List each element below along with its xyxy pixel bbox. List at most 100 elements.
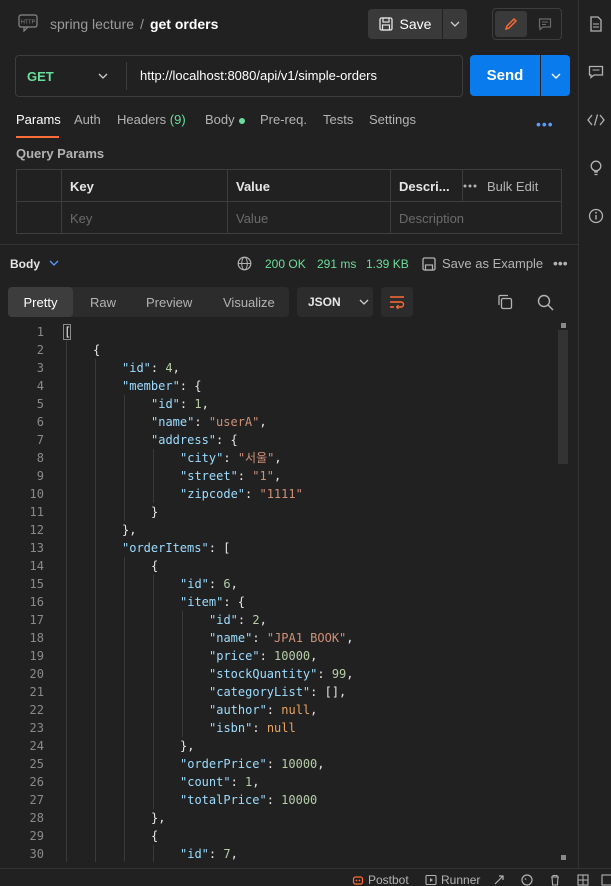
save-options-button[interactable] <box>443 9 467 39</box>
comments-icon[interactable] <box>587 63 605 81</box>
chevron-down-icon[interactable] <box>49 258 59 268</box>
scrollbar-thumb[interactable] <box>558 330 568 464</box>
save-button[interactable]: Save <box>368 9 442 39</box>
code-line: 10 "zipcode": "1111" <box>0 485 556 503</box>
line-number: 12 <box>29 523 44 537</box>
tab-auth[interactable]: Auth <box>74 112 101 127</box>
description-input[interactable]: Description <box>391 202 561 234</box>
view-tab-visualize[interactable]: Visualize <box>223 287 275 317</box>
response-time[interactable]: 291 ms <box>317 257 356 271</box>
wrap-lines-button[interactable] <box>381 287 413 317</box>
globe-icon[interactable] <box>237 256 252 271</box>
view-tab-pretty[interactable]: Pretty <box>8 287 73 317</box>
key-header: Key <box>62 170 228 202</box>
line-number: 25 <box>29 757 44 771</box>
code-line: 25 "orderPrice": 10000, <box>0 755 556 773</box>
more-tabs-icon[interactable]: ••• <box>536 116 554 132</box>
response-body-editor[interactable]: 1[2{3 "id": 4, 4 "member": {5 "id": 1, 6 "name… <box>0 322 570 862</box>
lightbulb-icon[interactable] <box>587 159 605 177</box>
bulk-edit-button[interactable]: Bulk Edit <box>487 179 538 194</box>
tab-tests[interactable]: Tests <box>323 112 353 127</box>
send-button[interactable]: Send <box>470 55 540 96</box>
info-icon[interactable] <box>587 207 605 225</box>
scroll-up-arrow[interactable] <box>561 323 566 328</box>
save-as-example-button[interactable]: Save as Example <box>422 256 543 271</box>
json-key: "name" <box>151 415 195 429</box>
status-code[interactable]: 200 OK <box>265 257 306 271</box>
line-number: 26 <box>29 775 44 789</box>
json-punctuation: }, <box>180 739 195 753</box>
code-line: 17 "id": 2, <box>0 611 556 629</box>
code-line: 26 "count": 1, <box>0 773 556 791</box>
description-header: Descri... <box>391 170 463 202</box>
tab-body[interactable]: Body <box>205 112 245 127</box>
response-section-select[interactable]: Body <box>10 257 40 271</box>
view-tab-preview[interactable]: Preview <box>146 287 192 317</box>
method-select[interactable]: GET <box>27 69 54 84</box>
tab-params[interactable]: Params <box>16 112 61 127</box>
code-line: 22 "author": null, <box>0 701 556 719</box>
response-view-tabs: Pretty Raw Preview Visualize <box>8 287 289 317</box>
json-punctuation: : <box>208 847 224 861</box>
json-punctuation: , <box>259 613 267 627</box>
more-options-icon[interactable]: ••• <box>553 255 568 271</box>
help-icon[interactable] <box>601 874 611 886</box>
json-key: "isbn" <box>209 721 253 735</box>
tab-headers[interactable]: Headers (9) <box>117 112 186 127</box>
line-number: 16 <box>29 595 44 609</box>
tab-pre-request[interactable]: Pre-req. <box>260 112 307 127</box>
scroll-down-arrow[interactable] <box>561 855 566 860</box>
view-mode-toggle <box>492 8 562 40</box>
search-icon[interactable] <box>537 294 554 311</box>
json-key: "item" <box>180 595 224 609</box>
query-params-title: Query Params <box>16 146 105 161</box>
code-line: 9 "street": "1", <box>0 467 556 485</box>
tab-body-label: Body <box>205 112 235 127</box>
more-options-icon[interactable] <box>463 184 477 188</box>
json-punctuation: : { <box>223 595 246 609</box>
response-size[interactable]: 1.39 KB <box>366 257 409 271</box>
query-params-table: Key Value Descri... Bulk Edit Key Value … <box>16 169 562 234</box>
comment-mode-button[interactable] <box>529 11 561 37</box>
value-input[interactable]: Value <box>228 202 391 234</box>
code-line: 8 "city": "서울", <box>0 449 556 467</box>
line-content: "name": "JPA1 BOOK", <box>209 629 354 647</box>
documentation-icon[interactable] <box>587 15 605 33</box>
json-punctuation: : <box>230 775 246 789</box>
breadcrumb-collection[interactable]: spring lecture <box>50 16 134 32</box>
trash-icon[interactable] <box>549 874 561 886</box>
code-line: 23 "isbn": null <box>0 719 556 737</box>
layout-icon[interactable] <box>577 874 589 886</box>
key-input[interactable]: Key <box>62 202 228 234</box>
proxy-icon[interactable] <box>493 874 505 886</box>
code-snippet-icon[interactable] <box>587 111 605 129</box>
code-line: 28}, <box>0 809 556 827</box>
edit-mode-button[interactable] <box>495 11 527 37</box>
copy-icon[interactable] <box>497 294 513 310</box>
row-checkbox[interactable] <box>17 202 62 234</box>
line-number: 27 <box>29 793 44 807</box>
json-key: "zipcode" <box>180 487 246 501</box>
json-number: 10000 <box>281 757 318 771</box>
json-null: null <box>266 721 296 735</box>
format-select[interactable]: JSON <box>297 287 373 317</box>
cookies-icon[interactable] <box>521 874 533 886</box>
line-number: 14 <box>29 559 44 573</box>
line-number: 10 <box>29 487 44 501</box>
line-content: "street": "1", <box>180 467 281 485</box>
line-content: "id": 7, <box>180 845 238 862</box>
json-number: 4 <box>165 361 173 375</box>
tab-settings[interactable]: Settings <box>369 112 416 127</box>
json-key: "author" <box>209 703 267 717</box>
json-key: "id" <box>209 613 238 627</box>
view-tab-raw[interactable]: Raw <box>90 287 116 317</box>
code-line: 2{ <box>0 341 556 359</box>
line-number: 7 <box>36 433 44 447</box>
send-options-button[interactable] <box>541 55 570 96</box>
line-content: }, <box>122 521 136 539</box>
runner-button[interactable]: Runner <box>425 873 480 886</box>
request-name[interactable]: get orders <box>150 16 218 32</box>
url-input[interactable] <box>140 68 455 83</box>
json-key: "stockQuantity" <box>209 667 318 681</box>
postbot-button[interactable]: Postbot <box>352 873 409 886</box>
